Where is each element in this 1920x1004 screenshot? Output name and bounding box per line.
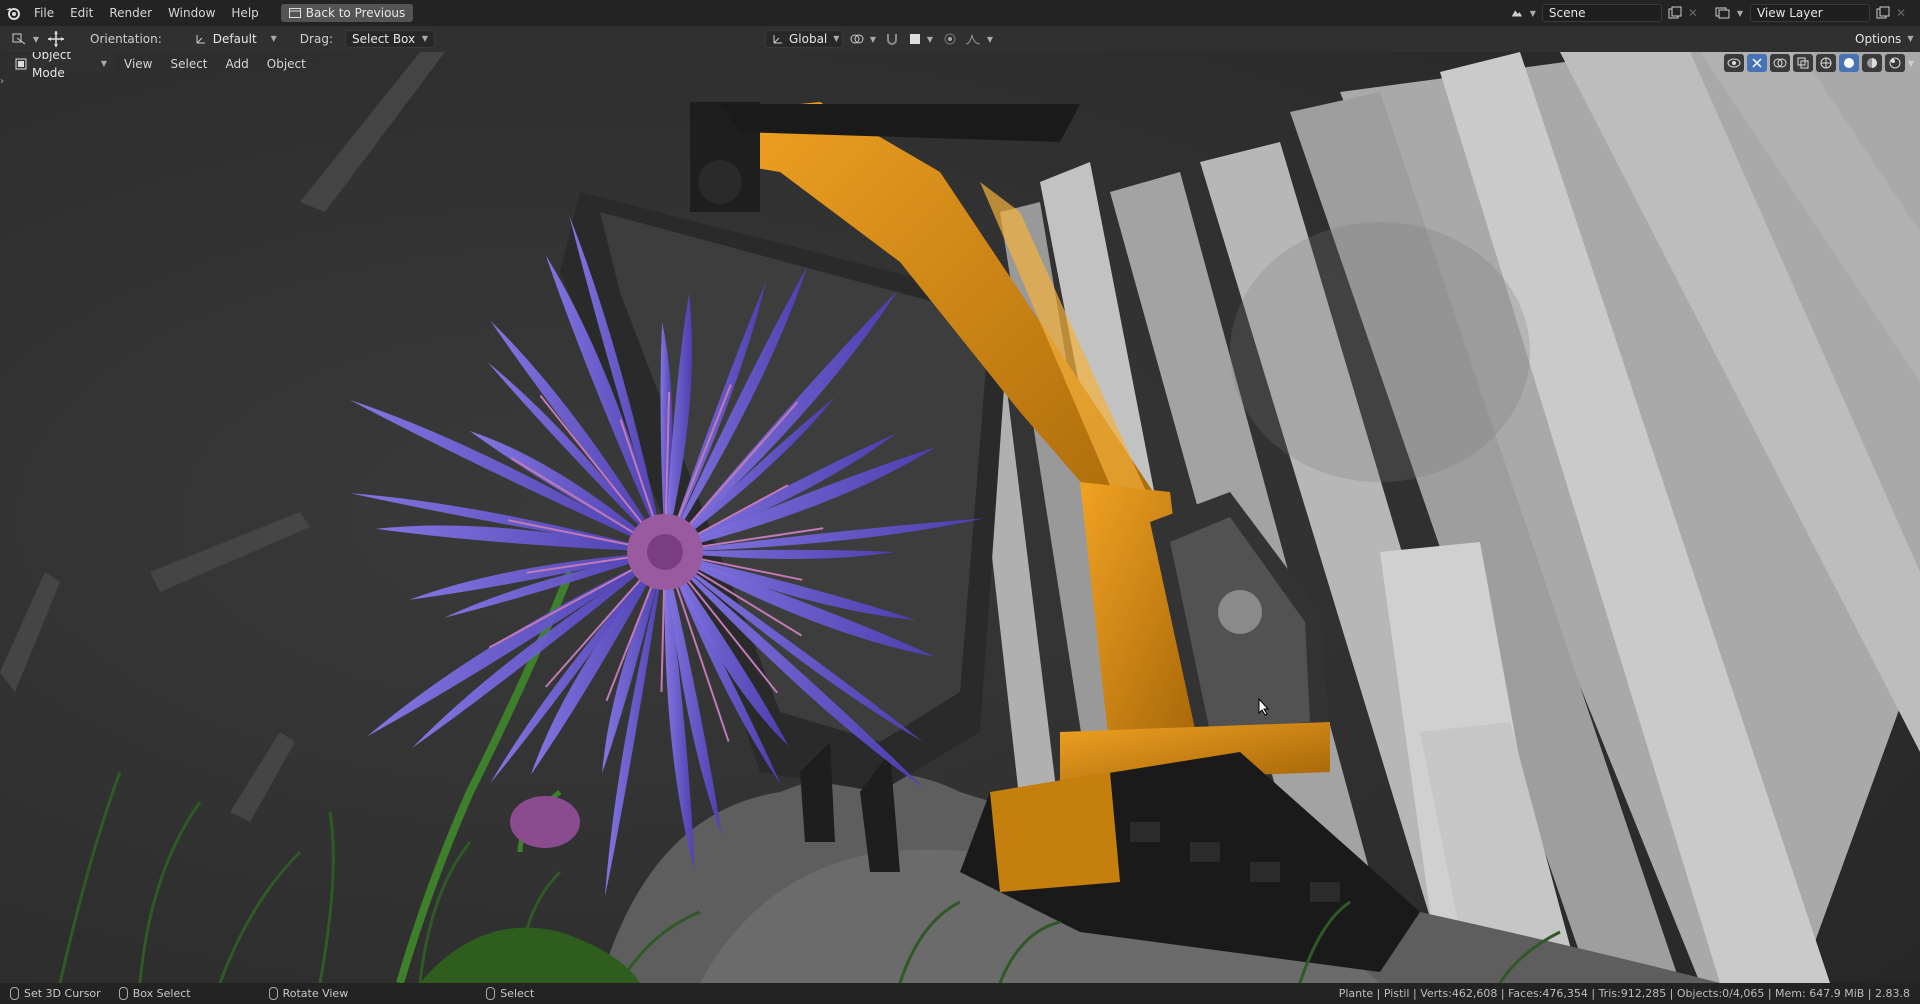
scene-label: Scene — [1548, 6, 1586, 20]
delete-view-layer-icon[interactable]: ✕ — [1896, 6, 1906, 20]
object-mode-icon — [15, 58, 27, 70]
viewport-menu-view[interactable]: View — [116, 54, 160, 74]
view-layer-label: View Layer — [1756, 6, 1823, 20]
menu-help[interactable]: Help — [223, 0, 266, 26]
screen-icon — [288, 8, 301, 18]
delete-scene-icon[interactable]: ✕ — [1688, 6, 1698, 20]
xray-icon[interactable] — [1792, 54, 1813, 72]
object-mode-dropdown[interactable]: Object Mode ▼ — [8, 52, 114, 80]
menu-file[interactable]: File — [26, 0, 62, 26]
viewport-menu-select[interactable]: Select — [162, 54, 215, 74]
status-box-select-label: Box Select — [132, 987, 191, 1000]
transform-orientation-value: Global — [788, 32, 828, 46]
scene-icon[interactable]: ▼ — [1510, 7, 1536, 19]
drag-dropdown[interactable]: Select Box ▼ — [344, 30, 435, 48]
status-set-cursor: Set 3D Cursor — [10, 987, 101, 1000]
wireframe-shading-icon[interactable] — [1815, 54, 1836, 72]
status-box-select: Box Select — [118, 987, 191, 1000]
view-layer-icon[interactable]: ▼ — [1714, 7, 1744, 19]
mouse-middle-icon — [118, 987, 128, 1000]
orientation-axes-icon — [195, 33, 207, 45]
viewport-render[interactable] — [0, 52, 1920, 983]
move-tool-icon[interactable] — [42, 30, 70, 48]
gizmo-icon[interactable] — [1746, 54, 1767, 72]
top-bar: File Edit Render Window Help Back to Pre… — [0, 0, 1920, 26]
status-set-cursor-label: Set 3D Cursor — [24, 987, 101, 1000]
solid-shading-icon[interactable] — [1838, 54, 1859, 72]
visibility-icon[interactable] — [1723, 54, 1744, 72]
menu-window[interactable]: Window — [160, 0, 223, 26]
sidebar-toggle-icon[interactable]: › — [0, 76, 4, 87]
status-select: Select — [486, 987, 534, 1000]
mouse-right-icon — [268, 987, 278, 1000]
viewport-menu-add[interactable]: Add — [218, 54, 257, 74]
view-layer-field[interactable]: View Layer — [1749, 4, 1870, 22]
proportional-editing-icon[interactable] — [941, 32, 959, 46]
transform-orientation-dropdown[interactable]: Global ▼ — [764, 30, 843, 48]
orientation-label: Orientation: — [90, 32, 162, 46]
3d-viewport[interactable]: Object Mode ▼ View Select Add Object ▼ › — [0, 52, 1920, 983]
material-shading-icon[interactable] — [1861, 54, 1882, 72]
tool-settings-bar: ▼ Orientation: Default ▼ Drag: Select Bo… — [0, 26, 1920, 52]
object-mode-value: Object Mode — [32, 52, 72, 80]
rendered-shading-icon[interactable] — [1884, 54, 1905, 72]
viewport-menu-object[interactable]: Object — [259, 54, 314, 74]
new-scene-icon[interactable] — [1668, 6, 1682, 20]
status-rotate-view-label: Rotate View — [282, 987, 349, 1000]
falloff-icon[interactable]: ▼ — [965, 33, 993, 45]
overlays-icon[interactable] — [1769, 54, 1790, 72]
menu-edit[interactable]: Edit — [62, 0, 101, 26]
editor-type-icon[interactable]: ▼ — [8, 32, 42, 46]
back-to-previous-button[interactable]: Back to Previous — [280, 4, 414, 22]
pivot-point-icon[interactable]: ▼ — [849, 32, 877, 46]
viewport-header: Object Mode ▼ View Select Add Object — [8, 52, 314, 80]
status-rotate-view: Rotate View — [268, 987, 349, 1000]
orientation-value: Default — [212, 32, 257, 46]
snap-icon[interactable] — [883, 32, 901, 46]
snap-target-icon[interactable]: ▼ — [907, 33, 935, 45]
scene-statistics: Plante | Pistil | Verts:462,608 | Faces:… — [1338, 987, 1910, 1000]
mouse-left-icon — [10, 987, 19, 1000]
scene-field[interactable]: Scene — [1541, 4, 1662, 22]
options-label: Options — [1855, 32, 1902, 46]
global-axes-icon — [772, 33, 784, 45]
new-view-layer-icon[interactable] — [1876, 6, 1890, 20]
menu-render[interactable]: Render — [101, 0, 160, 26]
options-dropdown[interactable]: Options ▼ — [1848, 30, 1913, 48]
viewport-shading-controls: ▼ — [1723, 54, 1914, 72]
mouse-cursor-icon — [1258, 698, 1270, 716]
back-to-previous-label: Back to Previous — [305, 6, 406, 20]
shading-options-icon[interactable]: ▼ — [1908, 59, 1914, 68]
status-select-label: Select — [500, 987, 535, 1000]
orientation-dropdown[interactable]: Default ▼ — [187, 30, 284, 48]
status-bar: Set 3D Cursor Box Select Rotate View Sel… — [0, 983, 1920, 1004]
drag-label: Drag: — [299, 32, 333, 46]
blender-logo-icon[interactable] — [0, 6, 26, 20]
mouse-left-icon — [486, 987, 496, 1000]
drag-value: Select Box — [351, 32, 416, 46]
